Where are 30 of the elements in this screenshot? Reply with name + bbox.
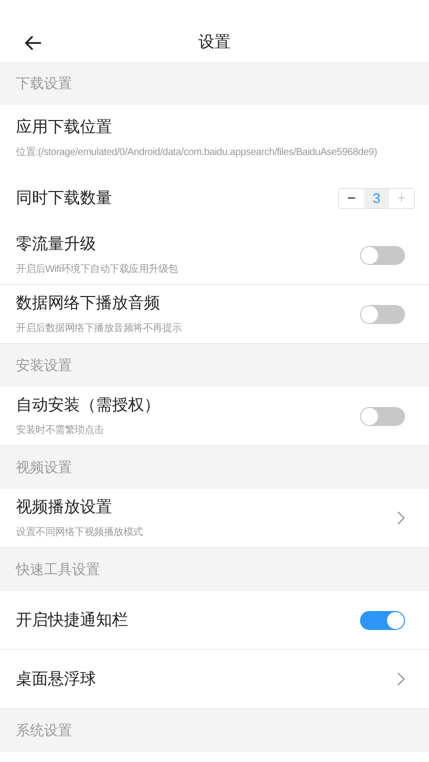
setting-description: 开启后Wifi环境下自动下载应用升级包 — [16, 262, 178, 276]
setting-row[interactable]: 应用下载位置 位置:(/storage/emulated/0/Android/data/com.baidu.appsearch/files/BaiduAse5968de9) — [0, 105, 429, 171]
toggle-switch[interactable] — [360, 406, 405, 426]
setting-title: 桌面悬浮球 — [16, 670, 96, 690]
setting-title: 视频播放设置 — [16, 498, 113, 518]
setting-title: 应用下载位置 — [16, 118, 113, 138]
toggle-switch[interactable] — [360, 246, 405, 264]
section-header: 系统设置 — [0, 709, 429, 752]
setting-row[interactable]: 零流量升级 开启后Wifi环境下自动下载应用升级包 — [0, 226, 429, 285]
toggle-switch[interactable] — [360, 304, 405, 324]
setting-description: 开启后数据网络下播放音频将不再提示 — [16, 322, 182, 335]
setting-description: 位置:(/storage/emulated/0/Android/data/com.baidu.appsearch/files/BaiduAse5968de9) — [16, 146, 378, 159]
page-title: 设置 — [198, 33, 230, 53]
setting-title: 同时下载数量 — [16, 188, 112, 209]
chevron-right-icon — [397, 672, 405, 686]
toggle-switch[interactable] — [360, 610, 405, 630]
back-arrow-icon — [24, 35, 42, 51]
setting-row[interactable]: 开启快捷通知栏 — [0, 591, 429, 650]
setting-description: 安装时不需繁琐点击 — [16, 424, 105, 437]
section-header: 视频设置 — [0, 446, 429, 489]
section-header: 安装设置 — [0, 344, 429, 387]
setting-description: 设置不同网络下视频播放模式 — [16, 526, 143, 539]
setting-title: 数据网络下播放音频 — [16, 294, 161, 314]
setting-title: 零流量升级 — [16, 234, 97, 255]
setting-title: 自动安装（需授权） — [16, 396, 160, 416]
section-header: 快速工具设置 — [0, 548, 429, 591]
quantity-value: 3 — [364, 189, 389, 208]
setting-title: 开启快捷通知栏 — [16, 610, 128, 630]
section-header: 下载设置 — [0, 62, 429, 105]
chevron-right-icon — [397, 511, 405, 525]
